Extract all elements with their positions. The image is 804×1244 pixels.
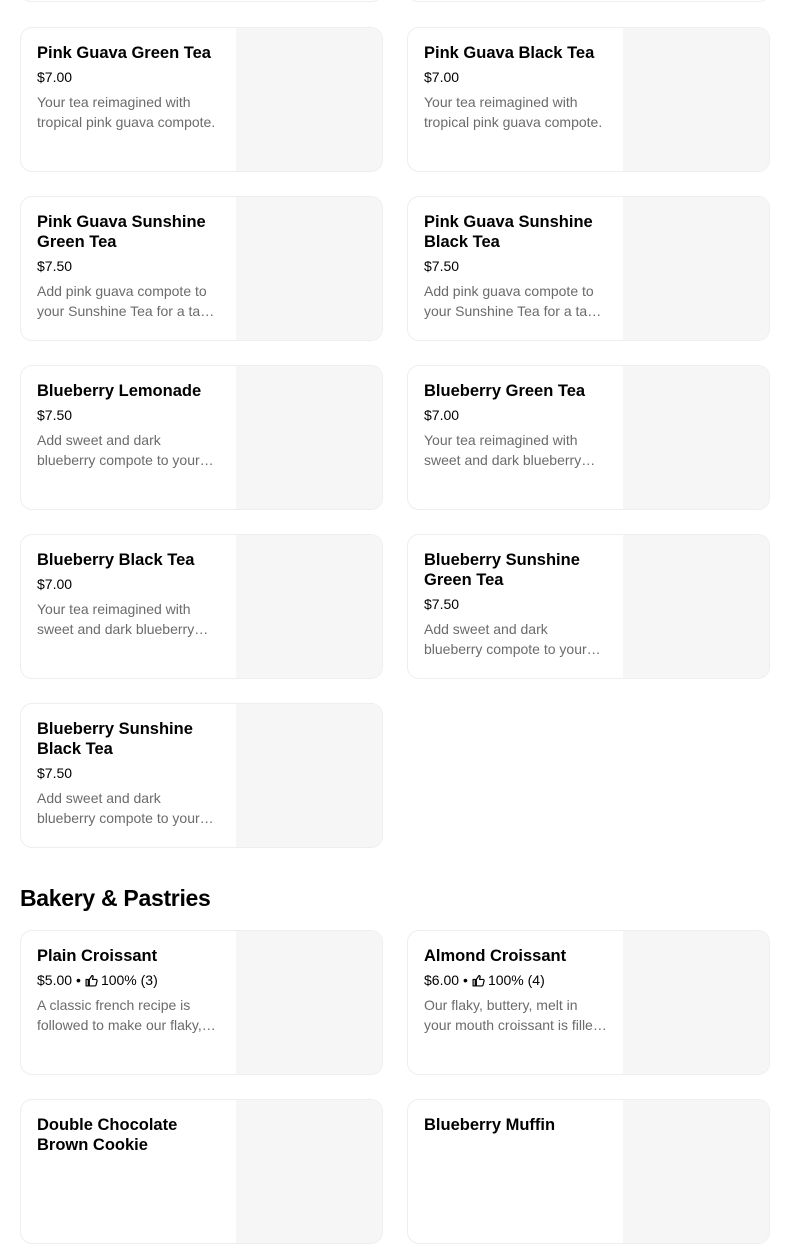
menu-item-price: $6.00 [424, 972, 460, 988]
menu-item-price-row: $6.00 • 100% (4) [424, 971, 608, 989]
menu-item-description: Your tea reimagined with sweet and dark … [37, 601, 195, 637]
menu-item-description: Add sweet and dark blueberry compote to … [424, 621, 587, 657]
menu-item-info: Blueberry Sunshine Black Tea $7.50 Add s… [37, 719, 221, 828]
menu-item-card[interactable]: Blueberry Sunshine Green Tea $7.50 Add s… [407, 534, 770, 679]
separator-dot: • [463, 972, 468, 988]
menu-item-card[interactable]: Plain Croissant $5.00 • 100% (3) A class… [20, 930, 383, 1075]
thumbs-up-icon [472, 974, 485, 987]
menu-item-info: Blueberry Muffin [424, 1115, 608, 1146]
menu-item-image [236, 535, 382, 678]
menu-item-name: Plain Croissant [37, 947, 158, 965]
menu-item-image [623, 28, 769, 171]
bakery-menu-grid: Plain Croissant $5.00 • 100% (3) A class… [20, 930, 770, 1244]
menu-item-name: Double Chocolate Brown Cookie [37, 1116, 178, 1154]
menu-item-card[interactable]: Pink Guava Black Tea $7.00 Your tea reim… [407, 27, 770, 172]
menu-item-price: $7.00 [37, 576, 73, 592]
menu-item-name: Pink Guava Sunshine Green Tea [37, 213, 206, 251]
menu-item-info: Blueberry Sunshine Green Tea $7.50 Add s… [424, 550, 608, 659]
menu-item-name: Pink Guava Sunshine Black Tea [424, 213, 593, 251]
menu-item-name: Pink Guava Black Tea [424, 44, 595, 62]
menu-item-price: $7.50 [37, 258, 73, 274]
menu-item-name: Almond Croissant [424, 947, 567, 965]
menu-item-info: Almond Croissant $6.00 • 100% (4) Our fl… [424, 946, 608, 1035]
menu-item-image [236, 931, 382, 1074]
menu-item-price: $7.50 [424, 596, 460, 612]
menu-item-name: Blueberry Lemonade [37, 382, 202, 400]
menu-item-info: Blueberry Black Tea $7.00 Your tea reima… [37, 550, 221, 639]
menu-item-image [236, 704, 382, 847]
menu-item-name: Pink Guava Green Tea [37, 44, 211, 62]
menu-item-description: Add sweet and dark blueberry compote to … [37, 432, 200, 468]
menu-item-description: A classic french recipe is followed to m… [37, 997, 202, 1033]
menu-item-image [623, 1100, 769, 1243]
menu-item-info: Pink Guava Black Tea $7.00 Your tea reim… [424, 43, 608, 132]
menu-item-image [236, 197, 382, 340]
menu-item-card[interactable]: Pink Guava Green Tea $7.00 Your tea reim… [20, 27, 383, 172]
menu-item-card[interactable]: Almond Croissant $6.00 • 100% (4) Our fl… [407, 930, 770, 1075]
menu-item-card-partial-right[interactable] [407, 0, 770, 2]
menu-item-description: Add pink guava compote to your Sunshine … [37, 283, 219, 319]
menu-item-price: $7.00 [37, 69, 73, 85]
separator-dot: • [76, 972, 81, 988]
drinks-menu-grid: Pink Guava Green Tea $7.00 Your tea reim… [20, 27, 770, 848]
menu-item-info: Plain Croissant $5.00 • 100% (3) A class… [37, 946, 221, 1035]
menu-item-card-partial-left[interactable] [20, 0, 383, 2]
menu-item-name: Blueberry Muffin [424, 1116, 556, 1134]
menu-item-image [623, 366, 769, 509]
menu-item-card[interactable]: Blueberry Black Tea $7.00 Your tea reima… [20, 534, 383, 679]
menu-item-info: Pink Guava Sunshine Black Tea $7.50 Add … [424, 212, 608, 321]
menu-item-price: $5.00 [37, 972, 73, 988]
menu-item-rating: 100% (4) [487, 972, 545, 988]
menu-item-price: $7.50 [37, 407, 73, 423]
menu-item-price: $7.00 [424, 69, 460, 85]
menu-item-name: Blueberry Green Tea [424, 382, 586, 400]
menu-item-image [623, 535, 769, 678]
menu-item-card[interactable]: Pink Guava Sunshine Black Tea $7.50 Add … [407, 196, 770, 341]
menu-item-card[interactable]: Blueberry Sunshine Black Tea $7.50 Add s… [20, 703, 383, 848]
menu-item-card[interactable]: Blueberry Green Tea $7.00 Your tea reima… [407, 365, 770, 510]
menu-item-info: Blueberry Green Tea $7.00 Your tea reima… [424, 381, 608, 470]
menu-item-image [236, 1100, 382, 1243]
menu-item-rating: 100% (3) [100, 972, 158, 988]
menu-item-description: Your tea reimagined with sweet and dark … [424, 432, 582, 468]
menu-item-name: Blueberry Black Tea [37, 551, 195, 569]
menu-item-price: $7.50 [37, 765, 73, 781]
menu-item-price: $7.00 [424, 407, 460, 423]
menu-item-image [236, 28, 382, 171]
menu-item-description: Your tea reimagined with tropical pink g… [37, 94, 216, 130]
menu-item-description: Our flaky, buttery, melt in your mouth c… [424, 997, 601, 1033]
menu-item-card[interactable]: Blueberry Muffin [407, 1099, 770, 1244]
menu-item-name: Blueberry Sunshine Black Tea [37, 720, 193, 758]
menu-item-description: Add sweet and dark blueberry compote to … [37, 790, 200, 826]
menu-item-image [623, 197, 769, 340]
menu-item-info: Blueberry Lemonade $7.50 Add sweet and d… [37, 381, 221, 470]
menu-item-description: Your tea reimagined with tropical pink g… [424, 94, 603, 130]
menu-item-price-row: $5.00 • 100% (3) [37, 971, 221, 989]
menu-item-info: Pink Guava Green Tea $7.00 Your tea reim… [37, 43, 221, 132]
thumbs-up-icon [85, 974, 98, 987]
menu-item-price: $7.50 [424, 258, 460, 274]
menu-item-image [623, 931, 769, 1074]
menu-item-card[interactable]: Pink Guava Sunshine Green Tea $7.50 Add … [20, 196, 383, 341]
menu-item-card[interactable]: Blueberry Lemonade $7.50 Add sweet and d… [20, 365, 383, 510]
menu-item-card[interactable]: Double Chocolate Brown Cookie [20, 1099, 383, 1244]
menu-item-name: Blueberry Sunshine Green Tea [424, 551, 580, 589]
menu-item-info: Pink Guava Sunshine Green Tea $7.50 Add … [37, 212, 221, 321]
menu-item-info: Double Chocolate Brown Cookie [37, 1115, 221, 1166]
menu-item-image [236, 366, 382, 509]
menu-item-description: Add pink guava compote to your Sunshine … [424, 283, 606, 319]
section-title-bakery: Bakery & Pastries [20, 885, 211, 911]
